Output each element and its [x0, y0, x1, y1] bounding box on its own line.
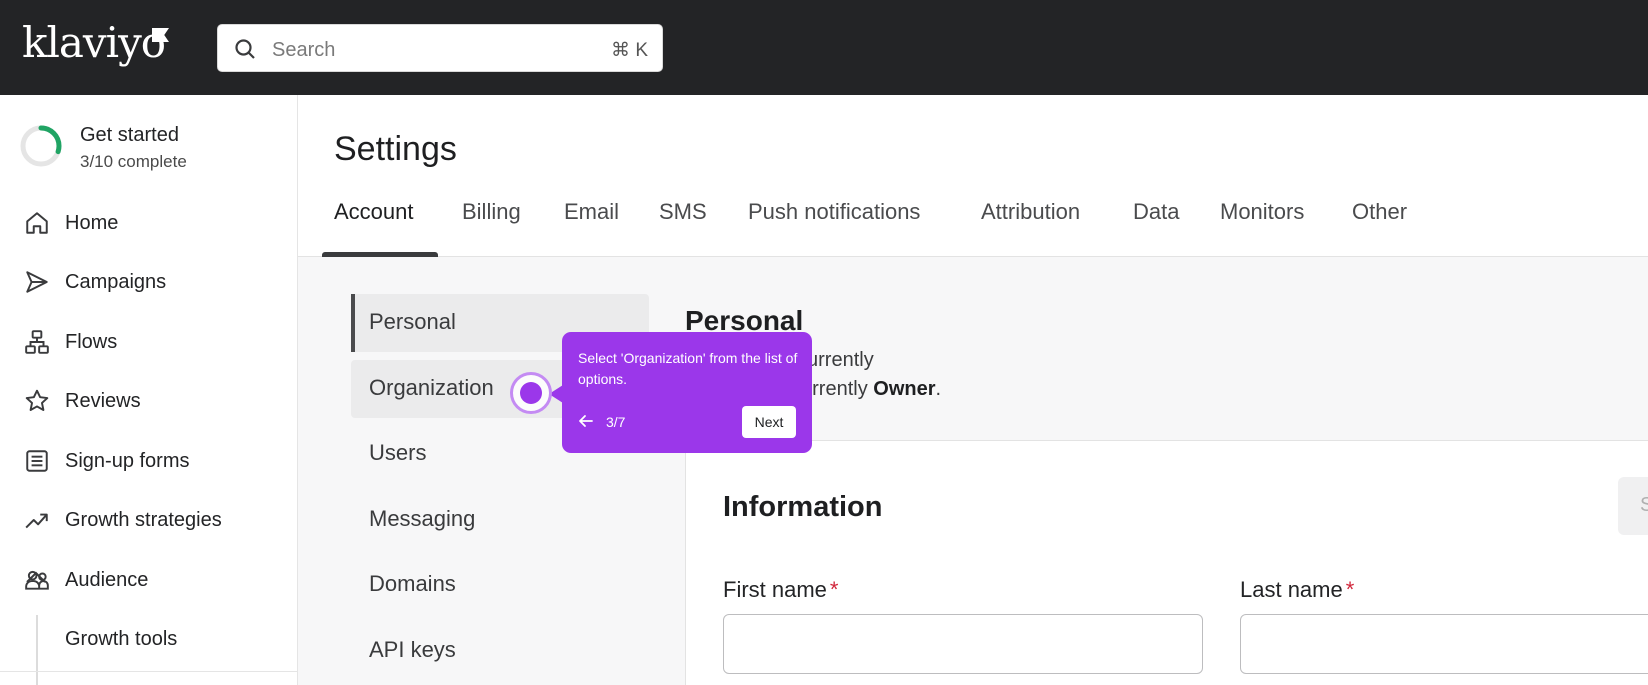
sidebar-item-signup-forms[interactable]: Sign-up forms — [0, 435, 298, 487]
tab-email[interactable]: Email — [564, 199, 619, 225]
role-info-line: urrently Owner. — [801, 378, 942, 400]
required-mark: * — [1345, 577, 1355, 602]
walkthrough-tooltip: Select 'Organization' from the list of o… — [562, 332, 812, 453]
subnav-item-label: Domains — [369, 571, 456, 596]
subnav-item-messaging[interactable]: Messaging — [351, 491, 649, 549]
tab-push-notifications[interactable]: Push notifications — [748, 199, 920, 225]
tab-billing[interactable]: Billing — [462, 199, 521, 225]
tab-sms[interactable]: SMS — [659, 199, 707, 225]
search-icon — [235, 39, 255, 59]
first-name-label: First name * — [723, 577, 839, 602]
sidebar-item-audience[interactable]: Audience — [0, 554, 298, 606]
tab-data[interactable]: Data — [1133, 199, 1179, 225]
card-title: Information — [723, 491, 883, 523]
chevron-up-icon[interactable] — [24, 567, 48, 587]
subnav-item-label: Personal — [369, 309, 456, 334]
subnav-item-label: Messaging — [369, 506, 476, 531]
last-name-field[interactable] — [1240, 614, 1648, 674]
progress-ring-icon[interactable] — [20, 125, 62, 167]
tab-other[interactable]: Other — [1352, 199, 1407, 225]
tab-attribution[interactable]: Attribution — [981, 199, 1080, 225]
page-title: Settings — [334, 130, 457, 168]
search-bar[interactable]: Search ⌘ K — [217, 24, 663, 72]
next-button[interactable]: Next — [742, 406, 796, 438]
tooltip-text: Select 'Organization' from the list of o… — [578, 350, 798, 387]
sidebar-item-label: Growth strategies — [65, 509, 222, 531]
form-icon — [26, 450, 48, 472]
required-mark: * — [829, 577, 839, 602]
flows-icon — [25, 330, 49, 354]
step-counter: 3/7 — [606, 414, 626, 430]
sidebar-item-label: Sign-up forms — [65, 450, 190, 472]
hotspot-dot[interactable] — [520, 382, 542, 404]
subnav-item-domains[interactable]: Domains — [351, 556, 649, 614]
active-tab-indicator — [322, 252, 438, 257]
divider — [0, 671, 298, 672]
last-name-label: Last name * — [1240, 577, 1355, 602]
sidebar-item-label: Campaigns — [65, 271, 167, 293]
sidebar-item-reviews[interactable]: Reviews — [0, 375, 298, 427]
home-icon — [26, 212, 48, 234]
logo-flag-icon — [152, 28, 169, 42]
role-value: Owner — [873, 378, 936, 400]
top-bar: klaviyo Search ⌘ K — [0, 0, 1648, 95]
information-card: Information S First name * Last name * — [685, 440, 1648, 685]
trending-up-icon — [25, 513, 48, 529]
klaviyo-logo[interactable]: klaviyo — [22, 22, 166, 64]
sidebar-item-home[interactable]: Home — [0, 197, 298, 249]
sidebar-subitem-growth-tools[interactable]: Growth tools — [0, 613, 298, 665]
tab-account[interactable]: Account — [334, 199, 414, 225]
sidebar-item-label: Reviews — [65, 390, 141, 412]
get-started-title[interactable]: Get started — [80, 124, 179, 147]
left-navigation: Get started 3/10 complete Home Campaigns… — [0, 95, 298, 685]
subnav-item-label: API keys — [369, 637, 456, 662]
sidebar-item-label: Audience — [65, 569, 149, 591]
subnav-item-api-keys[interactable]: API keys — [351, 622, 649, 680]
send-icon — [26, 271, 48, 293]
sidebar-subitem-label: Growth tools — [65, 628, 178, 650]
search-shortcut: ⌘ K — [611, 40, 648, 61]
star-icon — [25, 389, 49, 411]
first-name-field[interactable] — [723, 614, 1203, 674]
sidebar-item-label: Home — [65, 212, 119, 234]
save-button[interactable]: S — [1618, 477, 1648, 535]
subnav-item-label: Organization — [369, 375, 494, 400]
sidebar-item-growth-strategies[interactable]: Growth strategies — [0, 494, 298, 546]
back-arrow-icon[interactable] — [577, 412, 595, 430]
sidebar-item-campaigns[interactable]: Campaigns — [0, 256, 298, 308]
tab-monitors[interactable]: Monitors — [1220, 199, 1304, 225]
settings-header: Settings Account Billing Email SMS Push … — [298, 95, 1648, 257]
get-started-progress: 3/10 complete — [80, 152, 187, 171]
sidebar-item-flows[interactable]: Flows — [0, 316, 298, 368]
subnav-item-label: Users — [369, 440, 427, 465]
search-input[interactable]: Search — [272, 39, 335, 62]
sidebar-item-label: Flows — [65, 331, 118, 353]
